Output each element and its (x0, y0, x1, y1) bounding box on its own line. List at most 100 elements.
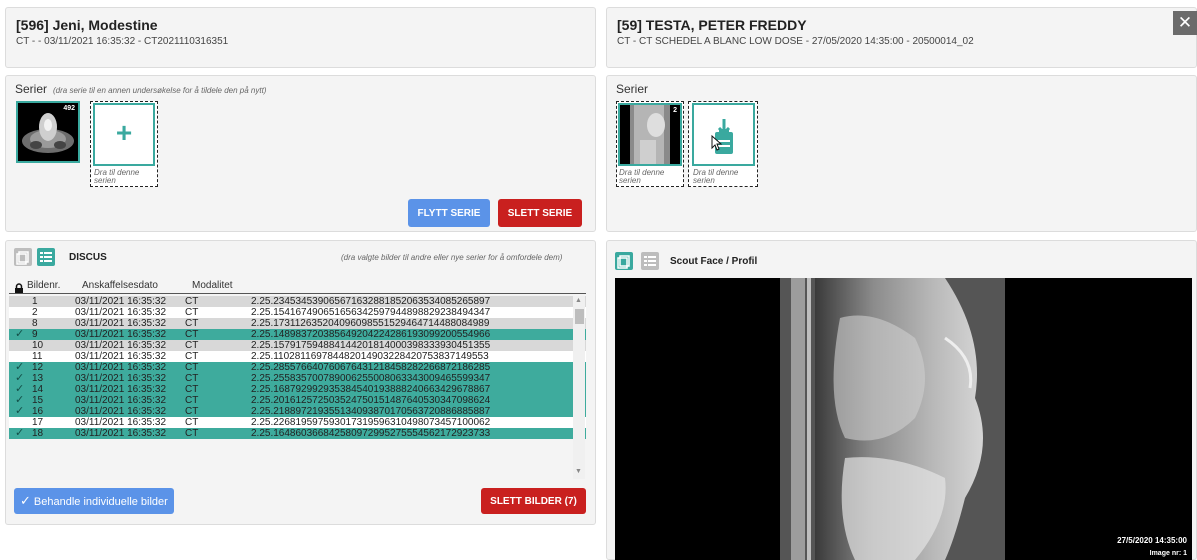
table-row[interactable]: 1 03/11/2021 16:35:32 CT 2.25.2345345390656… (9, 296, 586, 307)
scroll-down-arrow[interactable]: ▼ (575, 468, 582, 475)
viewer-image-nr: Image nr: 1 (1149, 550, 1187, 557)
scout-thumbnail-image (620, 105, 680, 164)
uid-cell-text: 2.25.22681959759301731959631049807345710… (251, 417, 491, 428)
uid-cell-text: 2.25.15791759488414420181400039833393045… (251, 340, 491, 351)
right-add-series-target[interactable]: Dra til denne serien (688, 101, 758, 187)
left-series-thumbnail[interactable]: 492 (16, 101, 80, 163)
viewer-thumbnail-view-icon[interactable] (615, 252, 633, 270)
delete-series-button[interactable]: SLETT SERIE (498, 199, 582, 227)
uid-cell-text: 2.25.16486036684258097299527555456217292… (251, 428, 491, 439)
acquisition-date-cell: 03/11/2021 16:35:32 (75, 329, 185, 340)
modality-cell: CT (185, 340, 251, 351)
modality-cell: CT (185, 406, 251, 417)
modality-cell-text: CT (185, 340, 199, 351)
table-row[interactable]: ✓ 16 03/11/2021 16:35:32 CT 2.25.21889721935… (9, 406, 586, 417)
table-row[interactable]: ✓ 12 03/11/2021 16:35:32 CT 2.25.28557664076… (9, 362, 586, 373)
modality-cell: CT (185, 373, 251, 384)
viewer-timestamp: 27/5/2020 14:35:00 (1117, 536, 1187, 545)
table-row[interactable]: 8 03/11/2021 16:35:32 CT 2.25.1731126352040… (9, 318, 586, 329)
image-number-cell-text: 9 (32, 329, 38, 340)
uid-cell: 2.25.28557664076067643121845828226687218… (251, 362, 586, 373)
right-study-title: [59] TESTA, PETER FREDDY (617, 17, 807, 33)
process-individual-images-button[interactable]: ✓ Behandle individuelle bilder (14, 488, 174, 514)
scrollbar-thumb[interactable] (575, 309, 584, 324)
image-number-cell-text: 13 (32, 373, 44, 384)
table-row[interactable]: 17 03/11/2021 16:35:32 CT 2.25.226819597593… (9, 417, 586, 428)
uid-cell: 2.25.11028116978448201490322842075383714… (251, 351, 586, 362)
acquisition-date-cell-text: 03/11/2021 16:35:32 (75, 307, 167, 318)
acquisition-date-cell: 03/11/2021 16:35:32 (75, 395, 185, 406)
table-row[interactable]: 2 03/11/2021 16:35:32 CT 2.25.1541674906516… (9, 307, 586, 318)
table-row[interactable]: 10 03/11/2021 16:35:32 CT 2.25.157917594884… (9, 340, 586, 351)
left-thumb-count: 492 (63, 105, 75, 112)
left-add-series-target[interactable]: + Dra til denne serien (90, 101, 158, 187)
table-row[interactable]: ✓ 13 03/11/2021 16:35:32 CT 2.25.25583570078… (9, 373, 586, 384)
right-drop-box[interactable] (692, 103, 755, 166)
thumbnail-view-icon[interactable] (14, 248, 32, 266)
acquisition-date-cell: 03/11/2021 16:35:32 (75, 307, 185, 318)
uid-cell-text: 2.25.17311263520409609855152946471448808… (251, 318, 490, 329)
right-series-thumb-frame[interactable]: 2 Dra til denne serien (616, 101, 684, 187)
modality-cell: CT (185, 296, 251, 307)
modality-cell-text: CT (185, 318, 199, 329)
acquisition-date-cell: 03/11/2021 16:35:32 (75, 296, 185, 307)
acquisition-date-cell-text: 03/11/2021 16:35:32 (75, 318, 167, 329)
modality-cell: CT (185, 384, 251, 395)
image-number-cell-text: 12 (32, 362, 44, 373)
table-row[interactable]: ✓ 18 03/11/2021 16:35:32 CT 2.25.16486036684… (9, 428, 586, 439)
acquisition-date-cell-text: 03/11/2021 16:35:32 (75, 362, 167, 373)
table-row[interactable]: ✓ 14 03/11/2021 16:35:32 CT 2.25.16879299293… (9, 384, 586, 395)
acquisition-date-cell-text: 03/11/2021 16:35:32 (75, 406, 167, 417)
table-row[interactable]: 11 03/11/2021 16:35:32 CT 2.25.110281169784… (9, 351, 586, 362)
image-number-cell-text: 11 (32, 351, 43, 362)
right-drop-text: Dra til denne serien (693, 168, 739, 185)
table-row[interactable]: ✓ 15 03/11/2021 16:35:32 CT 2.25.20161257250… (9, 395, 586, 406)
uid-cell-text: 2.25.25583570078900625500806334300946559… (251, 373, 491, 384)
right-study-header: [59] TESTA, PETER FREDDY CT - CT SCHEDEL… (606, 7, 1197, 68)
image-number-cell-text: 1 (32, 296, 38, 307)
image-number-cell-text: 18 (32, 428, 44, 439)
uid-cell-text: 2.25.28557664076067643121845828226687218… (251, 362, 491, 373)
uid-cell-text: 2.25.20161257250352475015148764053034709… (251, 395, 491, 406)
acquisition-date-cell-text: 03/11/2021 16:35:32 (75, 428, 167, 439)
uid-cell-text: 2.25.21889721935513409387017056372088688… (251, 406, 491, 417)
uid-cell-text: 2.25.16879299293538454019388824066342967… (251, 384, 491, 395)
right-series-thumbnail[interactable]: 2 (618, 103, 682, 166)
modality-cell: CT (185, 318, 251, 329)
scout-image-viewport[interactable]: 27/5/2020 14:35:00 Image nr: 1 (615, 278, 1192, 560)
col-header-imgnr[interactable]: Bildenr. (27, 280, 60, 291)
table-row[interactable]: ✓ 9 03/11/2021 16:35:32 CT 2.25.148983720385… (9, 329, 586, 340)
modality-cell-text: CT (185, 428, 199, 439)
uid-cell: 2.25.15791759488414420181400039833393045… (251, 340, 586, 351)
right-study-subtitle: CT - CT SCHEDEL A BLANC LOW DOSE - 27/05… (617, 36, 974, 47)
move-series-button[interactable]: FLYTT SERIE (408, 199, 490, 227)
acquisition-date-cell-text: 03/11/2021 16:35:32 (75, 384, 167, 395)
col-header-date[interactable]: Anskaffelsesdato (82, 280, 158, 291)
modality-cell: CT (185, 351, 251, 362)
check-icon: ✓ (20, 493, 31, 508)
modality-cell: CT (185, 362, 251, 373)
modality-cell: CT (185, 395, 251, 406)
modality-cell: CT (185, 329, 251, 340)
acquisition-date-cell-text: 03/11/2021 16:35:32 (75, 329, 167, 340)
delete-images-button[interactable]: SLETT BILDER (7) (481, 488, 586, 514)
acquisition-date-cell: 03/11/2021 16:35:32 (75, 428, 185, 439)
header-divider (9, 293, 586, 294)
uid-cell: 2.25.14898372038564920422428619309920055… (251, 329, 586, 340)
acquisition-date-cell: 03/11/2021 16:35:32 (75, 373, 185, 384)
image-table: 1 03/11/2021 16:35:32 CT 2.25.2345345390656… (9, 296, 586, 439)
close-icon: ✕ (1177, 13, 1193, 32)
col-header-modality[interactable]: Modalitet (192, 280, 233, 291)
acquisition-date-cell: 03/11/2021 16:35:32 (75, 384, 185, 395)
uid-cell: 2.25.25583570078900625500806334300946559… (251, 373, 586, 384)
viewer-list-view-icon[interactable] (641, 252, 659, 270)
acquisition-date-cell-text: 03/11/2021 16:35:32 (75, 340, 167, 351)
uid-cell: 2.25.21889721935513409387017056372088688… (251, 406, 586, 417)
close-button[interactable]: ✕ (1173, 11, 1197, 35)
scroll-up-arrow[interactable]: ▲ (575, 297, 582, 304)
image-list-hint: (dra valgte bilder til andre eller nye s… (341, 253, 563, 262)
image-number-cell: ✓ 16 (9, 406, 75, 418)
list-view-icon[interactable] (37, 248, 55, 266)
left-study-title: [596] Jeni, Modestine (16, 17, 158, 33)
left-add-series-box[interactable]: + (93, 103, 155, 166)
